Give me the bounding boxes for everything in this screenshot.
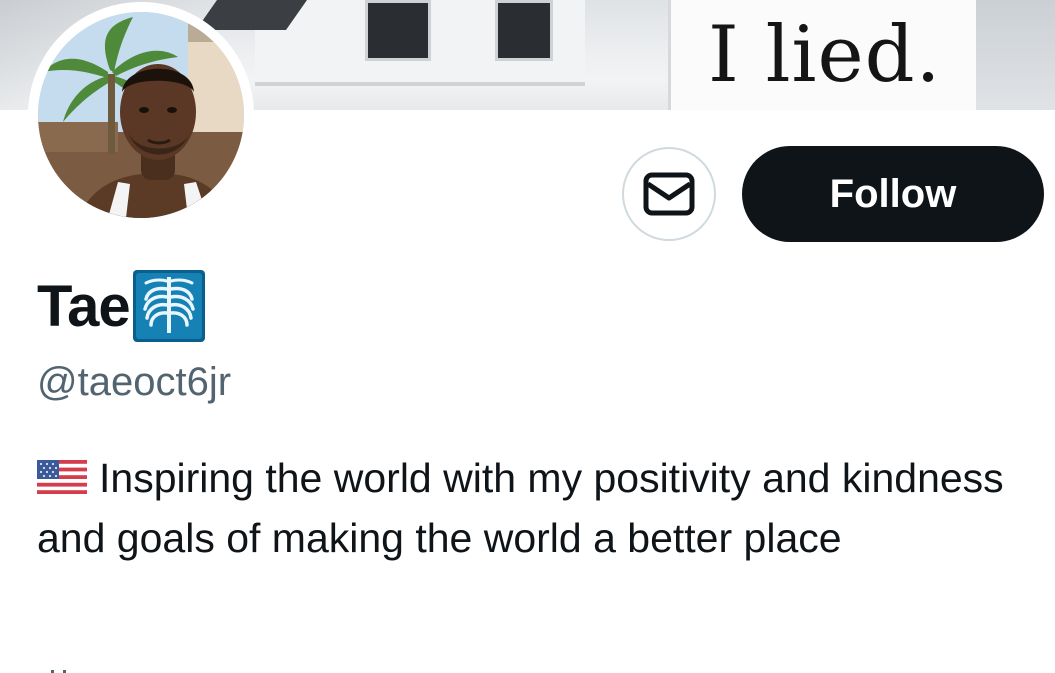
avatar-photo [38,12,244,218]
us-flag-icon [37,460,87,494]
profile-bio: Inspiring the world with my positivity a… [37,448,1037,568]
display-name: Tae [37,273,131,339]
follow-button[interactable]: Follow [742,146,1044,242]
avatar[interactable] [28,2,254,228]
calendar-icon [51,670,66,673]
envelope-icon [643,172,695,216]
x-ray-icon [132,270,205,342]
banner-meme-text: I lied. [708,10,942,100]
profile-page: I lied. Follow Tae @taeoct6jr Inspiring … [0,0,1055,673]
user-handle: @taeoct6jr [37,360,232,404]
message-button[interactable] [622,147,716,241]
banner-house [255,0,585,86]
display-name-row: Tae [37,268,206,344]
bio-text: Inspiring the world with my positivity a… [37,455,1004,561]
avatar-photo-illustration [38,12,244,218]
